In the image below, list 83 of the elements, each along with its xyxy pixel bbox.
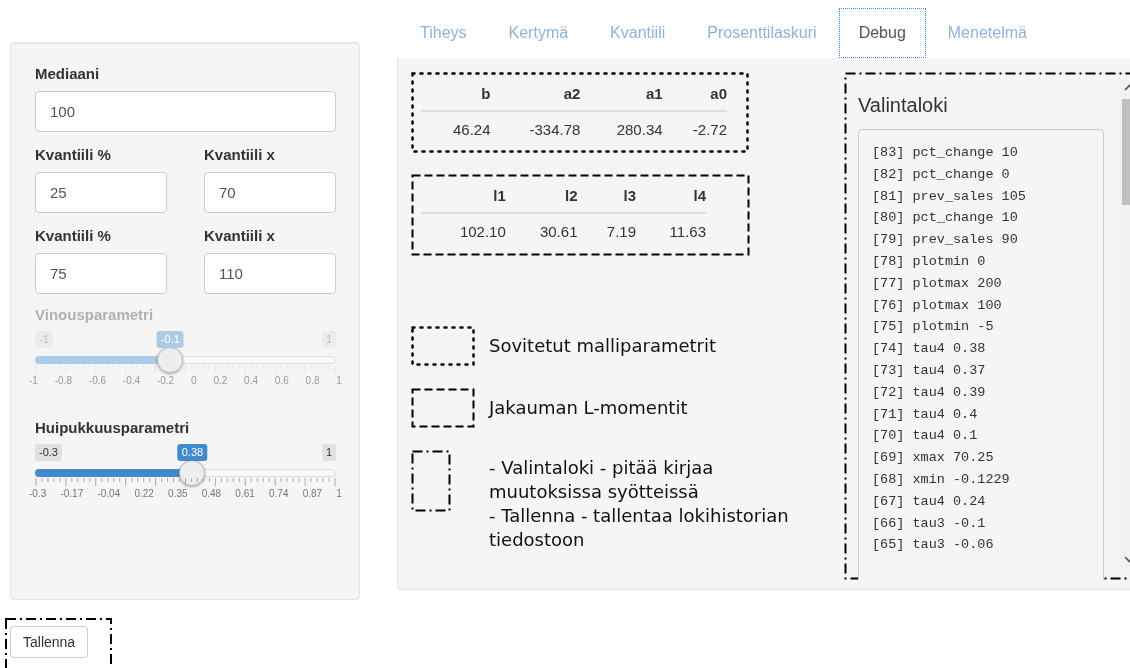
- tick-label: 1: [336, 488, 342, 499]
- slider-label: Vinousparametri: [35, 306, 154, 323]
- tick-label: -1: [29, 375, 38, 386]
- quantile-percent-input[interactable]: 25: [35, 172, 167, 213]
- table-cell: 102.10: [421, 213, 506, 248]
- table-cell: 46.24: [421, 111, 491, 146]
- column-header: a1: [580, 80, 663, 111]
- table-cell: 11.63: [636, 213, 706, 248]
- min-value-badge: -0.3: [35, 444, 62, 461]
- tick-label: 0.61: [235, 488, 255, 499]
- log-entry: [72] tau4 0.39: [872, 383, 987, 402]
- column-header: a2: [490, 80, 581, 111]
- log-entry: [65] tau3 -0.06: [872, 536, 995, 555]
- current-value-badge: 0.38: [177, 444, 208, 461]
- current-value-badge: -0.1: [156, 331, 184, 348]
- field-label: Kvantiili x: [204, 146, 275, 163]
- log-entry: [80] pct_change 10: [872, 209, 1019, 228]
- dotted-frame-icon: [411, 326, 475, 366]
- log-entry: [66] tau3 -0.1: [872, 514, 987, 533]
- log-entry: [77] plotmax 200: [872, 274, 1003, 293]
- table-cell: -334.78: [490, 111, 581, 146]
- log-entry: [75] plotmin -5: [872, 318, 995, 337]
- tick-label: 0: [191, 375, 197, 386]
- log-entry: [73] tau4 0.37: [872, 361, 987, 380]
- save-button[interactable]: Tallenna: [10, 626, 89, 658]
- log-entry: [83] pct_change 10: [872, 144, 1019, 162]
- table-cell: 280.34: [580, 111, 663, 146]
- tick-label: 0.35: [168, 488, 188, 499]
- max-value-badge: 1: [321, 444, 336, 461]
- log-entry: [79] prev_sales 90: [872, 231, 1019, 250]
- column-header: l2: [505, 182, 578, 213]
- tick-label: 0.74: [269, 488, 289, 499]
- tick-label: 0.6: [274, 375, 289, 386]
- slider[interactable]: [35, 460, 336, 486]
- tick-label: 0.4: [244, 375, 258, 386]
- log-entry: [74] tau4 0.38: [872, 340, 987, 359]
- tick-label: -0.8: [54, 375, 72, 386]
- slider[interactable]: [35, 347, 336, 373]
- legend-text: - Valintaloki - pitää kirjaa muutoksissa syötteissä - Tallenna - tallentaa lokihistorian tiedostoon: [489, 456, 790, 552]
- column-header: l4: [636, 182, 706, 213]
- legend-text: Jakauman L-momentit: [489, 396, 689, 420]
- tick-label: -0.04: [97, 488, 121, 499]
- field-label: Kvantiili %: [35, 227, 111, 244]
- tick-label: -0.6: [88, 375, 107, 386]
- column-header: l1: [421, 182, 506, 213]
- table-cell: 7.19: [577, 213, 637, 248]
- legend-text: Sovitetut malliparametrit: [489, 334, 718, 358]
- tick-label: 0.8: [305, 375, 320, 386]
- dash-dot-frame-icon: [411, 450, 451, 512]
- slider-label: Huipukkuusparametri: [35, 419, 190, 436]
- panel-title: Valintaloki: [858, 94, 948, 117]
- log-entry: [67] tau4 0.24: [872, 492, 987, 511]
- log-entry: [69] xmax 70.25: [872, 449, 995, 468]
- tick-label: -0.17: [60, 488, 84, 499]
- field-label: Kvantiili x: [204, 227, 275, 244]
- tick-label: -0.4: [122, 375, 141, 386]
- column-header: l3: [577, 182, 637, 213]
- field-label: Kvantiili %: [35, 146, 111, 163]
- tick-label: 0.87: [302, 488, 323, 499]
- log-entry: [70] tau4 0.1: [872, 427, 979, 446]
- table-cell: -2.72: [662, 111, 727, 146]
- column-header: b: [421, 80, 491, 111]
- log-entry: [81] prev_sales 105: [872, 187, 1027, 206]
- tick-label: 0.2: [213, 375, 228, 386]
- tick-label: -0.3: [29, 488, 47, 499]
- tab[interactable]: Debug: [838, 8, 926, 58]
- log-entry: [78] plotmin 0: [872, 253, 987, 271]
- quantile-percent-input[interactable]: 75: [35, 253, 167, 294]
- tick-label: -0.2: [156, 375, 175, 386]
- column-header: a0: [662, 80, 727, 111]
- median-input[interactable]: 100: [35, 91, 336, 132]
- quantile-x-input[interactable]: 110: [204, 253, 336, 294]
- log-entry: [82] pct_change 0: [872, 165, 1011, 184]
- log-entry: [71] tau4 0.4: [872, 405, 979, 424]
- log-entry: [68] xmin -0.1229: [872, 470, 1011, 489]
- field-label: Mediaani: [35, 65, 101, 82]
- tick-label: 0.22: [134, 488, 154, 499]
- quantile-x-input[interactable]: 70: [204, 172, 336, 213]
- table-cell: 30.61: [505, 213, 578, 248]
- log-entry: [76] plotmax 100: [872, 296, 1003, 315]
- tick-label: 1: [336, 375, 342, 386]
- tick-label: 0.48: [201, 488, 222, 499]
- dashed-frame-icon: [411, 388, 475, 428]
